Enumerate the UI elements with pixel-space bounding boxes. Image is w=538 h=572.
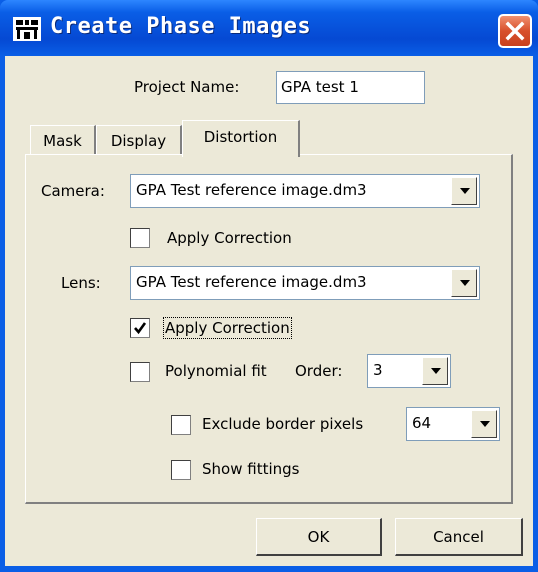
order-select-value: 3: [373, 361, 383, 379]
project-name-input[interactable]: GPA test 1: [276, 71, 425, 104]
tab-distortion[interactable]: Distortion: [182, 120, 300, 157]
ok-button[interactable]: OK: [256, 518, 382, 556]
show-fittings-checkbox[interactable]: [171, 460, 191, 480]
close-button[interactable]: [498, 14, 532, 48]
camera-label: Camera:: [41, 182, 105, 200]
chevron-down-icon: [460, 280, 470, 286]
dialog-window: Create Phase Images Project Name: GPA te…: [0, 0, 538, 572]
chevron-down-icon: [431, 368, 441, 374]
order-label: Order:: [295, 362, 343, 380]
lens-dropdown-button[interactable]: [451, 269, 477, 297]
tab-mask-label: Mask: [43, 132, 82, 150]
lens-label: Lens:: [61, 274, 101, 292]
polynomial-fit-checkbox[interactable]: [130, 362, 150, 382]
dialog-client-area: Project Name: GPA test 1 Mask Display Di…: [5, 56, 533, 566]
lens-select-value: GPA Test reference image.dm3: [136, 273, 367, 291]
chevron-down-icon: [480, 421, 490, 427]
checkmark-icon: [134, 322, 147, 335]
polynomial-fit-label: Polynomial fit: [165, 362, 267, 380]
tab-distortion-label: Distortion: [203, 128, 278, 146]
camera-select[interactable]: GPA Test reference image.dm3: [130, 174, 480, 208]
title-bar[interactable]: Create Phase Images: [0, 0, 538, 56]
close-icon: [505, 21, 525, 41]
border-pixels-select[interactable]: 64: [406, 407, 500, 441]
camera-dropdown-button[interactable]: [451, 177, 477, 205]
show-fittings-label: Show fittings: [202, 460, 300, 478]
lens-apply-correction-checkbox[interactable]: [130, 318, 150, 338]
lens-select[interactable]: GPA Test reference image.dm3: [130, 266, 480, 300]
order-select[interactable]: 3: [367, 354, 451, 388]
tab-mask[interactable]: Mask: [30, 125, 96, 155]
lens-apply-correction-label: Apply Correction: [163, 317, 292, 339]
project-name-label: Project Name:: [134, 78, 240, 96]
window-title: Create Phase Images: [50, 14, 312, 39]
chevron-down-icon: [460, 188, 470, 194]
order-dropdown-button[interactable]: [422, 357, 448, 385]
exclude-border-pixels-label: Exclude border pixels: [202, 415, 364, 433]
exclude-border-pixels-checkbox[interactable]: [171, 415, 191, 435]
cancel-button[interactable]: Cancel: [395, 518, 523, 556]
tab-display-label: Display: [110, 132, 167, 150]
camera-apply-correction-label: Apply Correction: [167, 229, 292, 247]
camera-apply-correction-checkbox[interactable]: [130, 228, 150, 248]
tab-display[interactable]: Display: [96, 125, 182, 155]
app-icon: [13, 17, 41, 41]
border-pixels-select-value: 64: [412, 414, 432, 432]
border-pixels-dropdown-button[interactable]: [471, 410, 497, 438]
camera-select-value: GPA Test reference image.dm3: [136, 181, 367, 199]
